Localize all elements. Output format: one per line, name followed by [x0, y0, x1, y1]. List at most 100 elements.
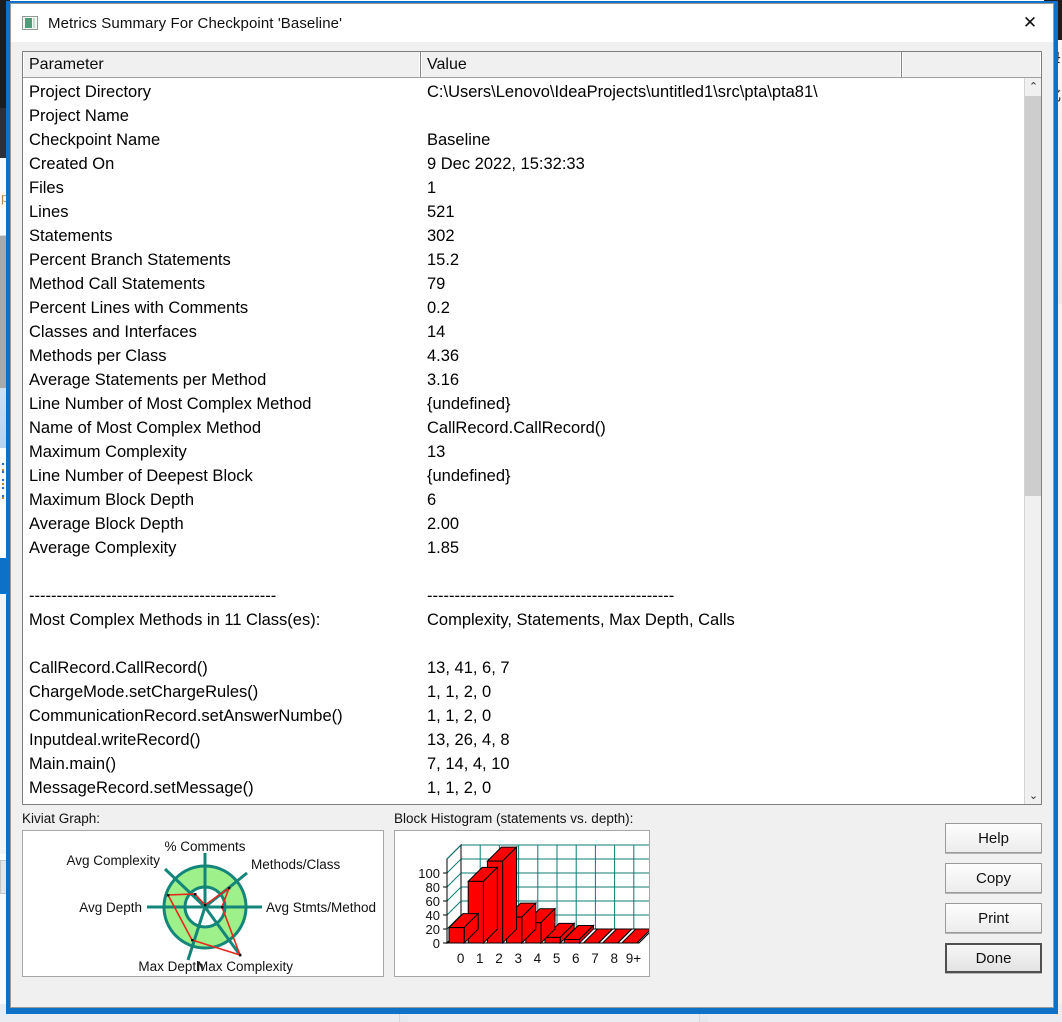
- table-row[interactable]: [23, 560, 1041, 584]
- cell-value: C:\Users\Lenovo\IdeaProjects\untitled1\s…: [427, 82, 818, 101]
- cell-value: {undefined}: [427, 394, 511, 413]
- cell-parameter: Line Number of Most Complex Method: [29, 394, 312, 413]
- window-title: Metrics Summary For Checkpoint 'Baseline…: [48, 14, 343, 32]
- cell-value: Baseline: [427, 130, 491, 149]
- help-button[interactable]: Help: [945, 823, 1042, 853]
- print-button[interactable]: Print: [945, 903, 1042, 933]
- column-header-extra[interactable]: [902, 52, 1041, 77]
- cell-value: 2.00: [427, 514, 460, 533]
- dialog-buttons: Help Copy Print Done: [945, 811, 1042, 1007]
- cell-value: 3.16: [427, 370, 460, 389]
- scroll-up-icon[interactable]: ⌃: [1025, 78, 1041, 95]
- table-scroll-area: Project Directory C:\Users\Lenovo\IdeaPro…: [23, 78, 1041, 804]
- table-row[interactable]: Lines 521: [23, 200, 1041, 224]
- cell-parameter: Most Complex Methods in 11 Class(es):: [29, 610, 321, 629]
- cell-value: {undefined}: [427, 466, 511, 485]
- table-row[interactable]: Project Directory C:\Users\Lenovo\IdeaPro…: [23, 80, 1041, 104]
- cell-parameter: Inputdeal.writeRecord(): [29, 730, 201, 749]
- table-row[interactable]: Methods per Class 4.36: [23, 344, 1041, 368]
- table-row[interactable]: Main.main() 7, 14, 4, 10: [23, 752, 1041, 776]
- table-row[interactable]: Name of Most Complex Method CallRecord.Ca…: [23, 416, 1041, 440]
- table-row[interactable]: Average Statements per Method 3.16: [23, 368, 1041, 392]
- lower-panels: Kiviat Graph: % Comments Methods/Class A…: [22, 811, 1042, 1007]
- table-row[interactable]: [23, 632, 1041, 656]
- table-row[interactable]: CallRecord.CallRecord() 13, 41, 6, 7: [23, 656, 1041, 680]
- cell-parameter: Maximum Complexity: [29, 442, 187, 461]
- dialog-body: Parameter Value Project Directory C:\User…: [11, 42, 1053, 1007]
- cell-parameter: Files: [29, 178, 64, 197]
- histogram-xtick: 7: [591, 951, 599, 966]
- histogram-xtick: 6: [572, 951, 580, 966]
- histogram-xtick: 5: [553, 951, 561, 966]
- histogram-chart[interactable]: 0 20 40 60 80 100 0 1 2 3 4 5 6 7 8 9+: [394, 830, 650, 977]
- histogram-ytick: 20: [426, 922, 440, 937]
- table-row[interactable]: Average Complexity 1.85: [23, 536, 1041, 560]
- table-row[interactable]: Maximum Complexity 13: [23, 440, 1041, 464]
- table-row[interactable]: ----------------------------------------…: [23, 584, 1041, 608]
- cell-parameter: ChargeMode.setChargeRules(): [29, 682, 259, 701]
- copy-button[interactable]: Copy: [945, 863, 1042, 893]
- cell-parameter: Methods per Class: [29, 346, 167, 365]
- table-row[interactable]: Inputdeal.writeRecord() 13, 26, 4, 8: [23, 728, 1041, 752]
- table-row[interactable]: Percent Lines with Comments 0.2: [23, 296, 1041, 320]
- table-rows: Project Directory C:\Users\Lenovo\IdeaPro…: [23, 78, 1041, 800]
- cell-parameter: Name of Most Complex Method: [29, 418, 262, 437]
- histogram-xtick: 9+: [626, 951, 642, 966]
- table-row[interactable]: Project Name: [23, 104, 1041, 128]
- table-row[interactable]: Statements 302: [23, 224, 1041, 248]
- cell-value: 1.85: [427, 538, 460, 557]
- table-row[interactable]: CommunicationRecord.setAnswerNumbe() 1, 1…: [23, 704, 1041, 728]
- table-row[interactable]: Most Complex Methods in 11 Class(es): Com…: [23, 608, 1041, 632]
- histogram-ytick: 100: [418, 866, 440, 881]
- histogram-xtick: 8: [610, 951, 618, 966]
- cell-parameter: CallRecord.CallRecord(): [29, 658, 208, 677]
- cell-parameter: CommunicationRecord.setAnswerNumbe(): [29, 706, 343, 725]
- cell-parameter: Checkpoint Name: [29, 130, 161, 149]
- histogram-label: Block Histogram (statements vs. depth):: [394, 811, 634, 826]
- column-header-parameter[interactable]: Parameter: [23, 52, 421, 77]
- table-row[interactable]: Files 1: [23, 176, 1041, 200]
- cell-value: 7, 14, 4, 10: [427, 754, 510, 773]
- histogram-ytick: 80: [426, 880, 440, 895]
- histogram-svg: 0204060801000 1 2 3 4 5 6 7 8 9+: [418, 843, 649, 966]
- table-row[interactable]: Line Number of Deepest Block {undefined}: [23, 464, 1041, 488]
- kiviat-axis-label-2: Avg Stmts/Method: [266, 900, 376, 915]
- scrollbar-thumb[interactable]: [1025, 96, 1041, 496]
- table-row[interactable]: ChargeMode.setChargeRules() 1, 1, 2, 0: [23, 680, 1041, 704]
- table-row[interactable]: Checkpoint Name Baseline: [23, 128, 1041, 152]
- cell-parameter: Created On: [29, 154, 115, 173]
- vertical-scrollbar[interactable]: ⌃ ⌄: [1024, 78, 1041, 804]
- cell-value: 6: [427, 490, 437, 509]
- table-row[interactable]: Percent Branch Statements 15.2: [23, 248, 1041, 272]
- table-row[interactable]: Maximum Block Depth 6: [23, 488, 1041, 512]
- cell-parameter: Statements: [29, 226, 113, 245]
- kiviat-axis-label-4: Max Depth: [138, 959, 203, 974]
- cell-value: 79: [427, 274, 446, 293]
- table-row[interactable]: MessageRecord.setMessage() 1, 1, 2, 0: [23, 776, 1041, 800]
- histogram-ytick: 0: [433, 936, 440, 951]
- cell-value: 4.36: [427, 346, 460, 365]
- histogram-xtick: 1: [476, 951, 484, 966]
- cell-value: 0.2: [427, 298, 450, 317]
- kiviat-axis-label-3: Max Complexity: [197, 959, 293, 974]
- cell-parameter: Project Name: [29, 106, 129, 125]
- cell-value: Complexity, Statements, Max Depth, Calls: [427, 610, 735, 629]
- table-row[interactable]: Average Block Depth 2.00: [23, 512, 1041, 536]
- cell-value: 13, 41, 6, 7: [427, 658, 510, 677]
- cell-value: 14: [427, 322, 446, 341]
- close-icon[interactable]: ✕: [1007, 4, 1053, 42]
- title-bar: Metrics Summary For Checkpoint 'Baseline…: [11, 4, 1053, 42]
- table-row[interactable]: Created On 9 Dec 2022, 15:32:33: [23, 152, 1041, 176]
- scroll-down-icon[interactable]: ⌄: [1025, 787, 1041, 804]
- done-button[interactable]: Done: [945, 943, 1042, 973]
- column-header-value[interactable]: Value: [421, 52, 902, 77]
- kiviat-chart[interactable]: % Comments Methods/Class Avg Stmts/Metho…: [22, 830, 384, 977]
- metrics-table: Parameter Value Project Directory C:\User…: [22, 51, 1042, 805]
- table-row[interactable]: Method Call Statements 79: [23, 272, 1041, 296]
- table-row[interactable]: Line Number of Most Complex Method {undef…: [23, 392, 1041, 416]
- cell-parameter: Percent Branch Statements: [29, 250, 231, 269]
- table-row[interactable]: Classes and Interfaces 14: [23, 320, 1041, 344]
- cell-parameter: Project Directory: [29, 82, 151, 101]
- histogram-panel: Block Histogram (statements vs. depth): …: [394, 811, 656, 1007]
- cell-value: 302: [427, 226, 455, 245]
